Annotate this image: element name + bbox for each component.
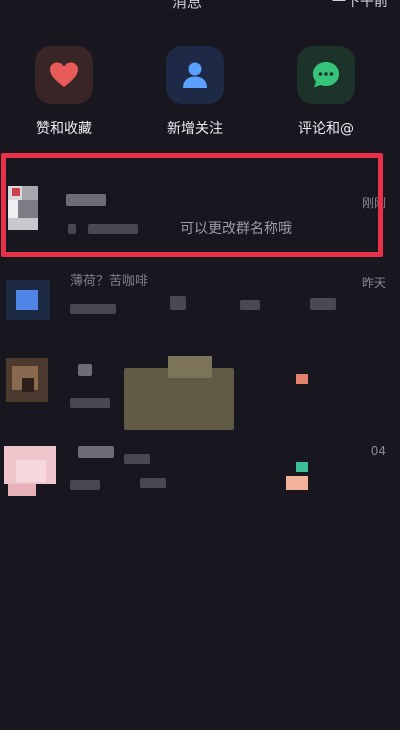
likes-favorites-shortcut[interactable]: 赞和收藏	[4, 46, 124, 138]
person-icon	[183, 62, 207, 88]
preview-blurred	[70, 304, 116, 314]
page-title: 消息	[172, 0, 203, 11]
conversation-item[interactable]	[0, 346, 400, 432]
preview-blurred	[140, 478, 166, 488]
conversation-item[interactable]: 04	[0, 430, 400, 516]
comments-mentions-shortcut[interactable]: 评论和@	[266, 46, 386, 138]
preview-blurred	[70, 398, 110, 408]
preview-blurred	[124, 454, 150, 464]
contact-name-blurred	[78, 364, 92, 376]
status-header: 消息 一下午前	[0, 0, 400, 12]
likes-label: 赞和收藏	[36, 121, 92, 137]
blurred-image	[286, 476, 308, 490]
preview-blurred	[240, 300, 260, 310]
message-time: 昨天	[361, 276, 386, 290]
likes-tile[interactable]	[35, 46, 93, 104]
message-time: 04	[370, 444, 386, 458]
comments-label: 评论和@	[298, 121, 354, 137]
preview-blurred	[70, 480, 100, 490]
blurred-image	[296, 462, 308, 472]
highlight-box	[1, 153, 383, 257]
avatar	[2, 272, 58, 328]
contact-name: 薄荷？苦咖啡	[70, 274, 149, 289]
comments-tile[interactable]	[297, 46, 355, 104]
new-followers-shortcut[interactable]: 新增关注	[135, 46, 255, 138]
chat-bubble-icon	[313, 62, 339, 88]
header-right-text: 一下午前	[332, 0, 388, 10]
followers-label: 新增关注	[167, 121, 223, 137]
contact-name-blurred	[78, 446, 114, 458]
avatar	[2, 352, 58, 408]
avatar	[2, 440, 58, 502]
followers-tile[interactable]	[166, 46, 224, 104]
conversation-item[interactable]: 薄荷？苦咖啡 昨天	[0, 260, 400, 346]
blurred-image	[168, 356, 212, 378]
preview-blurred	[170, 296, 186, 310]
blurred-image	[296, 374, 308, 384]
preview-blurred	[310, 298, 336, 310]
heart-icon	[50, 62, 78, 87]
shortcut-row: 赞和收藏 新增关注 评论和@	[0, 46, 400, 146]
